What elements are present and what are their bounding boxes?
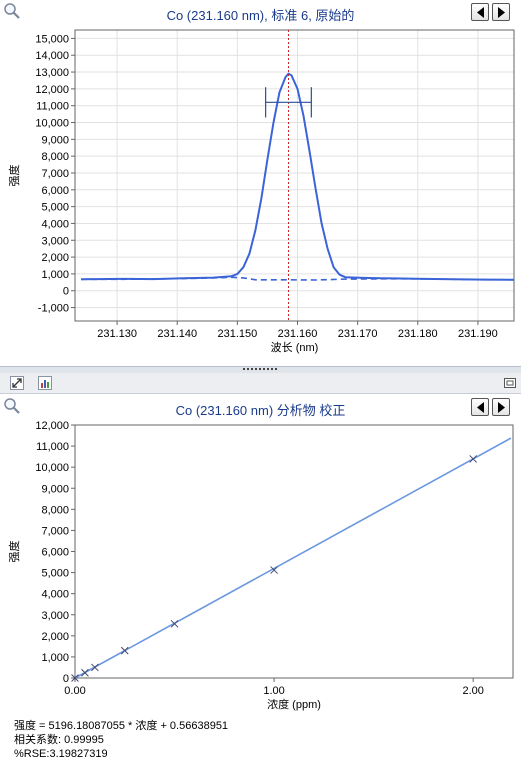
next-button[interactable] xyxy=(492,398,510,416)
relative-standard-error: %RSE:3.19827319 xyxy=(14,748,108,760)
calibration-x-axis-label: 浓度 (ppm) xyxy=(267,697,321,711)
spectrum-x-tick-label: 231.160 xyxy=(278,328,318,340)
calibration-point[interactable] xyxy=(120,646,129,655)
chart-options-icon[interactable] xyxy=(38,376,52,390)
calibration-plot-frame xyxy=(74,424,514,679)
splitter-grip[interactable] xyxy=(243,368,277,372)
next-button[interactable] xyxy=(492,3,510,21)
calibration-y-tick-label: 5,000 xyxy=(41,568,69,580)
calibration-y-axis-label: 强度 xyxy=(7,541,21,563)
expand-icon[interactable] xyxy=(10,376,24,390)
spectrum-y-tick-label: 15,000 xyxy=(35,33,69,45)
spectrum-x-tick-label: 231.140 xyxy=(157,328,197,340)
calibration-y-tick-label: 8,000 xyxy=(41,504,69,516)
calibration-y-tick-label: 3,000 xyxy=(41,610,69,622)
previous-button[interactable] xyxy=(471,398,489,416)
calibration-y-tick-label: 6,000 xyxy=(41,547,69,559)
spectrum-y-tick-label: 14,000 xyxy=(35,50,69,62)
calibration-x-tick-label: 1.00 xyxy=(263,685,284,697)
regression-stats: 强度 = 5196.18087055 * 浓度 + 0.56638951 相关系… xyxy=(14,719,228,761)
spectrum-x-tick-label: 231.150 xyxy=(217,328,257,340)
spectrum-y-tick-label: 12,000 xyxy=(35,84,69,96)
calibration-x-tick-label: 0.00 xyxy=(64,685,85,697)
spectrum-y-tick-label: 6,000 xyxy=(41,185,69,197)
arrow-right-icon xyxy=(498,402,505,413)
spectrum-y-tick-label: 1,000 xyxy=(41,269,69,281)
bottom-chart-title: Co (231.160 nm) 分析物 校正 xyxy=(175,403,346,418)
calibration-chart: 0 1,000 2,000 3,000 4,000 5,000 6,000 7,000 8,00… xyxy=(7,420,514,711)
calibration-y-tick-label: 7,000 xyxy=(41,525,69,537)
spectrum-y-tick-label: 2,000 xyxy=(41,252,69,264)
top-chart-title: Co (231.160 nm), 标准 6, 原始的 xyxy=(166,8,355,23)
spectrum-y-tick-label: 7,000 xyxy=(41,168,69,180)
calibration-y-tick-label: 4,000 xyxy=(41,589,69,601)
spectrum-y-tick-label: 11,000 xyxy=(36,101,69,113)
calibration-y-tick-label: 2,000 xyxy=(41,631,69,643)
calibration-y-tick-label: 9,000 xyxy=(41,483,69,495)
calibration-y-tick-label: 11,000 xyxy=(36,441,69,453)
calibration-x-tick-label: 2.00 xyxy=(462,685,483,697)
arrow-right-icon xyxy=(498,7,505,18)
calibration-y-tick-label: 12,000 xyxy=(35,420,69,432)
spectrum-y-tick-label: 10,000 xyxy=(35,118,69,130)
chart-toolbar xyxy=(0,373,521,394)
top-chart-header: Co (231.160 nm), 标准 6, 原始的 xyxy=(0,0,521,24)
regression-equation: 强度 = 5196.18087055 * 浓度 + 0.56638951 xyxy=(14,720,229,732)
calibration-y-tick-label: 0 xyxy=(63,673,69,685)
spectrum-y-tick-label: -1,000 xyxy=(38,303,69,315)
spectrum-y-axis-label: 强度 xyxy=(7,165,21,187)
spectrum-y-tick-label: 9,000 xyxy=(41,134,69,146)
correlation-coefficient: 相关系数: 0.99995 xyxy=(14,734,104,746)
spectrum-y-tick-label: 5,000 xyxy=(41,202,69,214)
arrow-left-icon xyxy=(477,7,484,18)
spectrum-y-tick-label: 0 xyxy=(63,286,69,298)
spectrum-y-tick-label: 3,000 xyxy=(41,235,69,247)
calibration-point[interactable] xyxy=(469,455,478,463)
calibration-y-tick-label: 10,000 xyxy=(35,462,69,474)
bottom-chart-header: Co (231.160 nm) 分析物 校正 xyxy=(0,395,521,419)
spectrum-x-tick-label: 231.170 xyxy=(338,328,378,340)
spectrum-x-tick-label: 231.130 xyxy=(97,328,137,340)
spectrum-x-tick-label: 231.180 xyxy=(398,328,438,340)
spectrum-y-tick-label: 13,000 xyxy=(35,67,69,79)
calibration-fit-line xyxy=(74,437,512,679)
spectrum-x-tick-label: 231.190 xyxy=(458,328,498,340)
calibration-point[interactable] xyxy=(81,668,89,677)
restore-window-icon[interactable] xyxy=(503,376,517,390)
arrow-left-icon xyxy=(477,402,484,413)
spectrum-x-axis-label: 波长 (nm) xyxy=(271,341,319,354)
spectrum-plot-frame xyxy=(74,29,515,322)
calibration-point[interactable] xyxy=(91,663,99,672)
raw-spectrum-chart: -1,000 0 1,000 2,000 3,000 4,000 5,000 6,000 7,0… xyxy=(7,29,515,354)
spectrum-y-tick-label: 8,000 xyxy=(41,151,69,163)
spectrum-y-tick-label: 4,000 xyxy=(41,218,69,230)
calibration-y-tick-label: 1,000 xyxy=(41,652,69,664)
previous-button[interactable] xyxy=(471,3,489,21)
